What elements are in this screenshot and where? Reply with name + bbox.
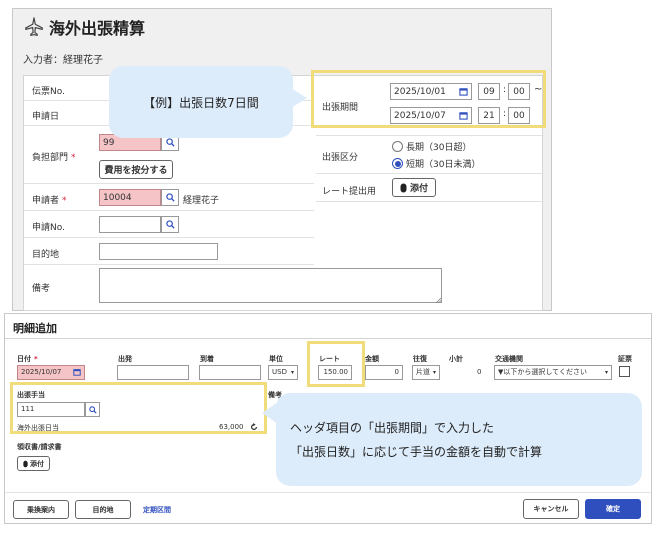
search-icon [165, 220, 175, 229]
transfer-guide-button[interactable]: 乗換案内 [13, 500, 69, 519]
long-trip-radio[interactable]: 長期（30日超） [392, 140, 471, 153]
detail-unit-value: USD [272, 368, 287, 376]
search-icon [165, 193, 175, 202]
applicant-search-button[interactable] [161, 189, 179, 206]
auto-calc-line1: ヘッダ項目の「出張期間」で入力した [290, 420, 495, 435]
callout-pointer-icon [291, 88, 307, 108]
col-from: 出発 [118, 355, 132, 363]
rate-attach-button[interactable]: 添付 [392, 178, 436, 197]
detail-date-input[interactable]: 2025/10/07 [17, 365, 85, 380]
destination-button[interactable]: 目的地 [75, 500, 131, 519]
evidence-checkbox[interactable] [619, 366, 630, 377]
cancel-button[interactable]: キャンセル [523, 499, 579, 519]
rate-submission-label: レート提出用 [322, 187, 377, 197]
rate-attach-label: 添付 [409, 184, 428, 194]
detail-subtotal-value: 0 [477, 368, 482, 376]
applicant-label: 申請者 * [32, 196, 67, 206]
detail-transport-select[interactable]: ▼以下から選択してください ▾ [494, 365, 612, 380]
rate-highlight [307, 341, 365, 387]
destination-label: 目的地 [32, 250, 60, 260]
split-cost-button[interactable]: 費用を按分する [99, 160, 173, 179]
request-no-search-button[interactable] [161, 216, 179, 233]
chevron-down-icon: ▾ [290, 369, 294, 376]
detail-date-value: 2025/10/07 [21, 368, 62, 376]
chevron-down-icon: ▾ [604, 369, 608, 376]
trip-period-highlight [311, 70, 546, 128]
col-amount: 金額 [365, 355, 379, 363]
long-trip-label: 長期（30日超） [406, 143, 472, 153]
detail-round-value: 片道 [416, 368, 430, 376]
col-transport: 交通機関 [495, 355, 523, 363]
request-no-label: 申請No. [32, 223, 65, 233]
short-trip-label: 短期（30日未満） [406, 160, 481, 170]
header-panel: 海外出張精算 入力者：経理花子 伝票No. 申請日 負担部門 * 99 費用を按分… [12, 8, 552, 311]
detail-to-input[interactable] [199, 365, 261, 380]
destination-row: 目的地 [24, 238, 314, 265]
applicant-name: 経理花子 [183, 196, 220, 206]
page-title: 海外出張精算 [49, 19, 146, 38]
calendar-icon[interactable] [73, 368, 81, 376]
search-icon [165, 138, 175, 147]
receipt-label: 領収書/請求書 [17, 443, 62, 451]
title-row: 海外出張精算 [23, 15, 145, 39]
detail-round-select[interactable]: 片道 ▾ [412, 365, 440, 380]
applicant-code-input[interactable]: 10004 [99, 189, 161, 206]
receipt-attach-button[interactable]: 添付 [17, 456, 50, 471]
detail-transport-value: ▼以下から選択してください [498, 368, 587, 376]
col-to: 到着 [200, 355, 214, 363]
chevron-down-icon: ▾ [432, 369, 436, 376]
detail-title: 明細追加 [13, 322, 57, 335]
allowance-highlight [10, 382, 267, 434]
detail-from-input[interactable] [117, 365, 189, 380]
request-no-row: 申請No. [24, 211, 314, 238]
paperclip-icon [400, 183, 407, 192]
paperclip-icon [23, 460, 28, 467]
col-subtotal: 小計 [449, 355, 463, 363]
confirm-button[interactable]: 確定 [585, 499, 641, 519]
example-callout: 【例】出張日数7日間 [109, 66, 293, 138]
airplane-icon [25, 17, 43, 37]
voucher-label: 伝票No. [32, 87, 65, 97]
col-round: 往復 [413, 355, 427, 363]
example-callout-text: 【例】出張日数7日間 [143, 95, 259, 110]
apply-date-label: 申請日 [32, 112, 60, 122]
footer-divider [5, 492, 651, 493]
col-date: 日付 * [17, 355, 38, 363]
rate-submission-section: レート提出用 添付 [316, 174, 544, 202]
commuter-route-link[interactable]: 定期区間 [143, 505, 171, 515]
col-evidence: 証票 [618, 355, 632, 363]
destination-input[interactable] [99, 243, 218, 260]
remarks-label: 備考 [32, 284, 51, 294]
detail-divider [5, 338, 651, 339]
remarks-row: 備考 [24, 265, 544, 311]
col-unit: 単位 [269, 355, 283, 363]
detail-amount-input[interactable]: 0 [365, 365, 403, 380]
receipt-attach-label: 添付 [30, 459, 44, 468]
auto-calc-callout: ヘッダ項目の「出張期間」で入力した 「出張日数」に応じて手当の金額を自動で計算 [276, 393, 642, 486]
applicant-row: 申請者 * 10004 経理花子 [24, 184, 314, 211]
detail-unit-select[interactable]: USD ▾ [268, 365, 298, 380]
inputter-label: 入力者：経理花子 [23, 55, 103, 66]
auto-calc-line2: 「出張日数」に応じて手当の金額を自動で計算 [290, 444, 543, 459]
radio-button-icon[interactable] [392, 141, 403, 152]
dept-label: 負担部門 * [32, 153, 76, 163]
radio-selected-icon[interactable] [392, 158, 403, 169]
request-no-input[interactable] [99, 216, 161, 233]
trip-category-section: 出張区分 長期（30日超） 短期（30日未満） [316, 136, 544, 174]
resize-handle-icon[interactable] [436, 298, 441, 303]
short-trip-radio[interactable]: 短期（30日未満） [392, 157, 480, 170]
remarks-textarea[interactable] [99, 268, 442, 303]
trip-category-label: 出張区分 [322, 153, 359, 163]
